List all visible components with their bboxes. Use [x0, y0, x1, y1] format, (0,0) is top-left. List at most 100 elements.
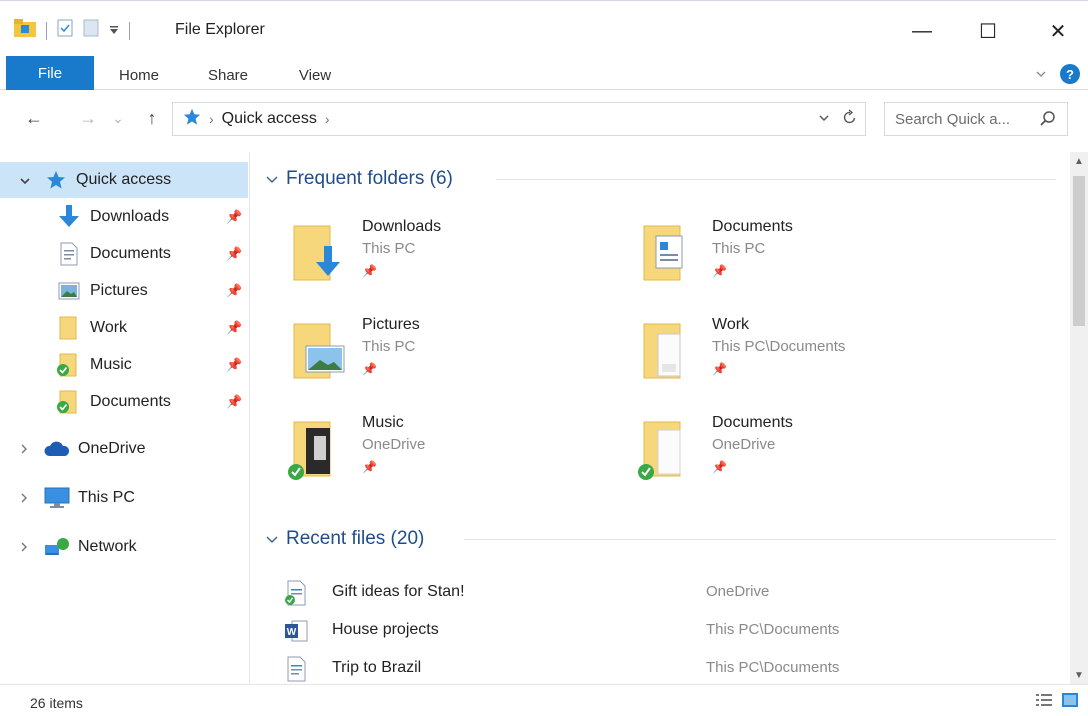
folder-tile-music[interactable]: Music OneDrive 📌: [252, 414, 582, 498]
properties-icon[interactable]: [57, 19, 73, 42]
text-file-icon: [284, 656, 308, 682]
breadcrumb-separator[interactable]: ›: [325, 111, 330, 127]
download-icon: [58, 205, 80, 234]
work-folder-icon: [638, 320, 702, 384]
address-dropdown-icon[interactable]: [819, 109, 829, 129]
pin-icon[interactable]: 📌: [226, 357, 242, 373]
content-pane: Frequent folders (6) Downloads This PC 📌…: [252, 152, 1070, 684]
group-divider: [464, 539, 1056, 540]
forward-button[interactable]: →: [76, 106, 100, 130]
recent-files-header[interactable]: Recent files (20): [266, 524, 424, 554]
tab-view[interactable]: View: [286, 60, 344, 90]
tab-home[interactable]: Home: [108, 60, 170, 90]
folder-name: Work: [712, 316, 750, 333]
pictures-folder-icon: [288, 320, 352, 384]
file-location: This PC\Documents: [706, 621, 840, 638]
folder-tile-documents-onedrive[interactable]: Documents OneDrive 📌: [602, 414, 932, 498]
scroll-down-icon[interactable]: ▼: [1070, 666, 1088, 684]
folder-location: OneDrive: [362, 436, 426, 453]
folder-synced-icon: [56, 353, 78, 382]
customize-toolbar-icon[interactable]: [109, 22, 119, 40]
back-button[interactable]: ←: [22, 106, 46, 130]
pin-icon[interactable]: 📌: [226, 246, 242, 262]
help-icon[interactable]: ?: [1060, 64, 1080, 84]
new-folder-icon[interactable]: [83, 19, 99, 42]
tab-file[interactable]: File: [6, 56, 94, 90]
file-name: House projects: [332, 621, 439, 638]
recent-file-row[interactable]: Gift ideas for Stan! OneDrive: [274, 574, 1064, 610]
folder-synced-icon: [56, 390, 78, 419]
recent-file-row[interactable]: Trip to Brazil This PC\Documents: [274, 650, 1064, 686]
sidebar-item-pictures[interactable]: Pictures 📌: [0, 273, 248, 309]
folder-tile-work[interactable]: Work This PC\Documents 📌: [602, 316, 932, 400]
search-icon[interactable]: [1039, 110, 1057, 132]
toolbar-separator: [129, 21, 130, 40]
tab-share[interactable]: Share: [196, 60, 260, 90]
search-placeholder: Search Quick a...: [895, 110, 1011, 128]
folder-name: Documents: [712, 218, 793, 235]
scroll-thumb[interactable]: [1073, 176, 1085, 326]
text-file-synced-icon: [284, 580, 308, 606]
file-location: This PC\Documents: [706, 659, 840, 676]
pin-icon[interactable]: 📌: [226, 320, 242, 336]
folder-tile-pictures[interactable]: Pictures This PC 📌: [252, 316, 582, 400]
address-actions: [819, 109, 857, 129]
large-icons-view-icon[interactable]: [1062, 693, 1078, 712]
sidebar-item-label: This PC: [78, 489, 135, 506]
close-button[interactable]: ✕: [1040, 17, 1076, 45]
recent-locations-button[interactable]: ⌄: [106, 106, 130, 130]
pin-icon: 📌: [362, 460, 377, 474]
group-heading: Recent files (20): [286, 528, 425, 549]
address-bar[interactable]: › Quick access ›: [172, 102, 866, 136]
pin-icon[interactable]: 📌: [226, 209, 242, 225]
sidebar-item-work[interactable]: Work 📌: [0, 310, 248, 346]
up-button[interactable]: ↑: [140, 106, 164, 130]
chevron-right-icon[interactable]: [20, 442, 28, 457]
breadcrumb-quick-access[interactable]: Quick access: [222, 110, 317, 128]
pin-icon[interactable]: 📌: [226, 283, 242, 299]
sidebar-item-this-pc[interactable]: This PC: [0, 480, 248, 516]
quick-access-star-icon: [183, 108, 201, 131]
expand-ribbon-icon[interactable]: [1036, 65, 1046, 83]
view-switcher: [1036, 693, 1078, 712]
sidebar-item-documents-onedrive[interactable]: Documents 📌: [0, 384, 248, 420]
title-bar: File Explorer — ☐ ✕: [0, 0, 1088, 56]
sidebar-item-label: Documents: [90, 393, 171, 410]
sidebar-item-documents[interactable]: Documents 📌: [0, 236, 248, 272]
pin-icon: 📌: [362, 264, 377, 278]
scroll-up-icon[interactable]: ▲: [1070, 152, 1088, 170]
frequent-folders-header[interactable]: Frequent folders (6): [266, 164, 453, 194]
maximize-button[interactable]: ☐: [970, 17, 1006, 45]
chevron-right-icon[interactable]: [20, 540, 28, 555]
chevron-down-icon[interactable]: [20, 173, 30, 188]
chevron-down-icon[interactable]: [266, 531, 278, 547]
sidebar-item-downloads[interactable]: Downloads 📌: [0, 199, 248, 235]
minimize-button[interactable]: —: [904, 17, 940, 45]
sidebar-item-onedrive[interactable]: OneDrive: [0, 431, 248, 467]
recent-file-row[interactable]: W House projects This PC\Documents: [274, 612, 1064, 648]
refresh-icon[interactable]: [843, 109, 857, 129]
chevron-down-icon[interactable]: [266, 171, 278, 187]
folder-location: OneDrive: [712, 436, 776, 453]
sidebar-item-network[interactable]: Network: [0, 529, 248, 565]
search-input[interactable]: Search Quick a...: [884, 102, 1068, 136]
sidebar-item-quick-access[interactable]: Quick access: [0, 162, 248, 198]
sidebar-item-label: Music: [90, 356, 132, 373]
item-count: 26 items: [30, 695, 83, 711]
folder-tile-downloads[interactable]: Downloads This PC 📌: [252, 218, 582, 302]
folder-icon: [58, 316, 78, 345]
network-icon: [44, 537, 70, 562]
documents-folder-icon: [638, 222, 702, 286]
folder-location: This PC: [712, 240, 766, 257]
ribbon-tabs: File Home Share View ?: [0, 56, 1088, 90]
folder-tile-documents[interactable]: Documents This PC 📌: [602, 218, 932, 302]
pin-icon[interactable]: 📌: [226, 394, 242, 410]
folder-location: This PC\Documents: [712, 338, 846, 355]
pin-icon: 📌: [712, 362, 727, 376]
svg-text:W: W: [287, 627, 297, 638]
vertical-scrollbar[interactable]: ▲ ▼: [1070, 152, 1088, 684]
pin-icon: 📌: [712, 460, 727, 474]
details-view-icon[interactable]: [1036, 693, 1052, 712]
sidebar-item-music[interactable]: Music 📌: [0, 347, 248, 383]
chevron-right-icon[interactable]: [20, 491, 28, 506]
